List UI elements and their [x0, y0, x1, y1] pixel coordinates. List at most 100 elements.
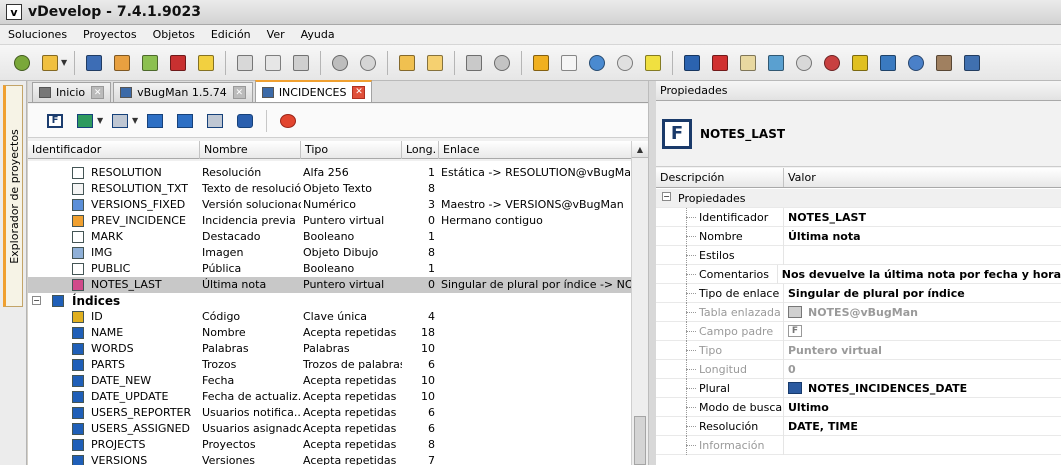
- table-row[interactable]: DATE_NEW Fecha Acepta repetidas 10: [28, 373, 631, 389]
- menu-ayuda[interactable]: Ayuda: [293, 28, 343, 41]
- column-header-descripcion[interactable]: Descripción: [656, 168, 784, 187]
- tab-inicio[interactable]: Inicio ✕: [32, 82, 112, 102]
- table-row[interactable]: PARTS Trozos Trozos de palabras 6: [28, 357, 631, 373]
- tools-icon[interactable]: [933, 52, 955, 74]
- property-value[interactable]: [784, 246, 788, 265]
- scrollbar-thumb[interactable]: [634, 416, 646, 465]
- column-header-identificador[interactable]: Identificador: [28, 141, 200, 159]
- folder-blue-icon[interactable]: [681, 52, 703, 74]
- property-value[interactable]: NOTES_LAST: [784, 208, 866, 227]
- grid-icon[interactable]: [961, 52, 983, 74]
- table-row[interactable]: ID Código Clave única 4: [28, 309, 631, 325]
- stop-icon[interactable]: [277, 111, 299, 131]
- table-row[interactable]: RESOLUTION Resolución Alfa 256 1 Estática ->…: [28, 165, 631, 181]
- window-icon[interactable]: [83, 52, 105, 74]
- property-row[interactable]: Modo de buscar Ultimo: [656, 397, 1061, 417]
- table-row[interactable]: USERS_ASSIGNED Usuarios asignados Acepta r…: [28, 421, 631, 437]
- property-row[interactable]: Tipo de enlace Singular de plural por índ…: [656, 283, 1061, 303]
- chevron-down-icon[interactable]: ▼: [97, 116, 105, 125]
- table-row[interactable]: PUBLIC Pública Booleano 1: [28, 261, 631, 277]
- menu-soluciones[interactable]: Soluciones: [0, 28, 75, 41]
- property-row[interactable]: Plural NOTES_INCIDENCES_DATE: [656, 378, 1061, 398]
- collapse-icon[interactable]: −: [32, 296, 41, 305]
- table-row[interactable]: PROJECTS Proyectos Acepta repetidas 8: [28, 437, 631, 453]
- undo-icon[interactable]: [329, 52, 351, 74]
- new-folder-icon[interactable]: [396, 52, 418, 74]
- search-icon[interactable]: [614, 52, 636, 74]
- layers-icon[interactable]: [849, 52, 871, 74]
- redo-icon[interactable]: [357, 52, 379, 74]
- bug-icon[interactable]: [821, 52, 843, 74]
- project-explorer-tab[interactable]: Explorador de proyectos: [3, 85, 23, 307]
- table-row[interactable]: PREV_INCIDENCE Incidencia previa Puntero v…: [28, 213, 631, 229]
- property-value[interactable]: Última nota: [784, 227, 861, 246]
- collapse-icon[interactable]: −: [662, 191, 671, 201]
- save-icon[interactable]: [167, 52, 189, 74]
- warning-icon[interactable]: [195, 52, 217, 74]
- scroll-up-icon[interactable]: ▲: [632, 141, 648, 158]
- edit-icon[interactable]: [139, 52, 161, 74]
- paste-icon[interactable]: [290, 52, 312, 74]
- table-row[interactable]: MARK Destacado Booleano 1: [28, 229, 631, 245]
- tab-vbugman[interactable]: vBugMan 1.5.74 ✕: [113, 82, 253, 102]
- menu-objetos[interactable]: Objetos: [145, 28, 203, 41]
- grid-scrollbar[interactable]: ▲: [631, 141, 648, 465]
- go-icon[interactable]: [174, 111, 196, 131]
- gear-icon[interactable]: [234, 111, 256, 131]
- rename-icon[interactable]: [204, 111, 226, 131]
- column-header-long[interactable]: Long.: [402, 141, 439, 159]
- globe-icon[interactable]: [586, 52, 608, 74]
- report-icon[interactable]: [709, 52, 731, 74]
- property-row[interactable]: Comentarios Nos devuelve la última nota p…: [656, 264, 1061, 284]
- link-icon[interactable]: [144, 111, 166, 131]
- open-folder-icon[interactable]: [39, 52, 61, 74]
- table-row[interactable]: VERSIONS Versiones Acepta repetidas 7: [28, 453, 631, 465]
- close-icon[interactable]: ✕: [232, 86, 246, 99]
- table-row[interactable]: NAME Nombre Acepta repetidas 18: [28, 325, 631, 341]
- property-value[interactable]: Singular de plural por índice: [784, 284, 965, 303]
- add-field-icon[interactable]: [74, 111, 96, 131]
- table-row[interactable]: USERS_REPORTER Usuarios notifica... Acepta…: [28, 405, 631, 421]
- class-icon[interactable]: [877, 52, 899, 74]
- copy-icon[interactable]: [262, 52, 284, 74]
- stop-icon[interactable]: [491, 52, 513, 74]
- palette-icon[interactable]: [530, 52, 552, 74]
- property-value[interactable]: Nos devuelve la última nota por fecha y …: [778, 265, 1061, 284]
- close-icon[interactable]: ✕: [91, 86, 105, 99]
- table-row[interactable]: DATE_UPDATE Fecha de actualiz... Acepta re…: [28, 389, 631, 405]
- close-icon[interactable]: ✕: [352, 85, 366, 99]
- folder-icon[interactable]: [424, 52, 446, 74]
- panel-splitter[interactable]: [648, 81, 656, 465]
- chevron-down-icon[interactable]: ▼: [61, 58, 69, 67]
- property-value[interactable]: Ultimo: [784, 398, 829, 417]
- table-row[interactable]: RESOLUTION_TXT Texto de resolución Objeto …: [28, 181, 631, 197]
- wand-icon[interactable]: [642, 52, 664, 74]
- column-header-tipo[interactable]: Tipo: [301, 141, 402, 159]
- chevron-down-icon[interactable]: ▼: [132, 116, 140, 125]
- column-header-nombre[interactable]: Nombre: [200, 141, 301, 159]
- property-row[interactable]: Identificador NOTES_LAST: [656, 207, 1061, 227]
- property-row[interactable]: Resolución DATE, TIME: [656, 416, 1061, 436]
- index-group-row[interactable]: − Índices: [28, 293, 631, 309]
- table-row[interactable]: IMG Imagen Objeto Dibujo 8: [28, 245, 631, 261]
- menu-edicion[interactable]: Edición: [203, 28, 259, 41]
- network-icon[interactable]: [905, 52, 927, 74]
- disconnect-icon[interactable]: [463, 52, 485, 74]
- properties-group-row[interactable]: − Propiedades: [656, 189, 1061, 208]
- help-icon[interactable]: [11, 52, 33, 74]
- cut-icon[interactable]: [234, 52, 256, 74]
- settings-icon[interactable]: [793, 52, 815, 74]
- property-row[interactable]: Estilos: [656, 245, 1061, 265]
- table-row[interactable]: VERSIONS_FIXED Versión solucionada Numéric…: [28, 197, 631, 213]
- menu-ver[interactable]: Ver: [259, 28, 293, 41]
- tab-incidences[interactable]: INCIDENCES ✕: [254, 80, 373, 102]
- table-row[interactable]: NOTES_LAST Última nota Puntero virtual 0 Sin…: [28, 277, 631, 293]
- form-icon[interactable]: [111, 52, 133, 74]
- new-page-icon[interactable]: [558, 52, 580, 74]
- column-header-valor[interactable]: Valor: [784, 168, 816, 187]
- image-icon[interactable]: [765, 52, 787, 74]
- property-value[interactable]: NOTES_INCIDENCES_DATE: [784, 379, 967, 398]
- list-icon[interactable]: [737, 52, 759, 74]
- property-value[interactable]: DATE, TIME: [784, 417, 858, 436]
- property-row[interactable]: Nombre Última nota: [656, 226, 1061, 246]
